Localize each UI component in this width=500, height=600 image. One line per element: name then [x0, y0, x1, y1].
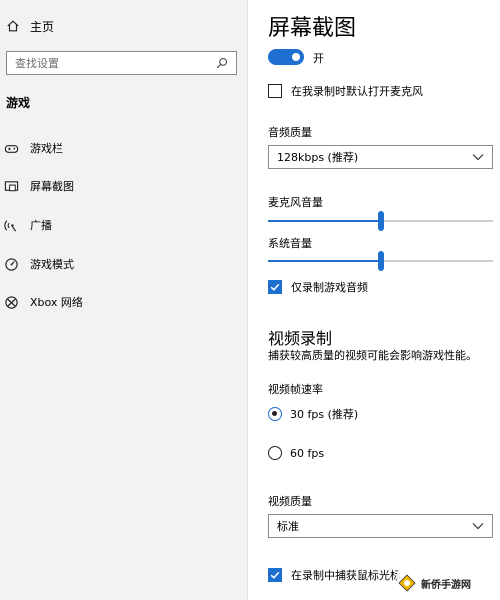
slider-thumb[interactable]	[377, 251, 384, 271]
site-watermark: 新侨手游网	[397, 570, 497, 596]
sidebar-item-label: 游戏模式	[30, 258, 74, 271]
sidebar-item-label: 广播	[30, 219, 52, 232]
capture-cursor-label: 在录制中捕获鼠标光标	[291, 569, 401, 582]
checkmark-icon	[270, 283, 280, 291]
chevron-down-icon	[472, 523, 484, 530]
audio-quality-label: 音频质量	[268, 126, 312, 139]
game-audio-only-option[interactable]: 仅录制游戏音频	[268, 279, 368, 295]
game-audio-only-checkbox[interactable]	[268, 280, 282, 294]
settings-sidebar: 主页 游戏 游戏栏 屏幕截图 广播 游戏模式 Xbox 网络	[0, 0, 248, 600]
sidebar-item-label: 屏幕截图	[30, 180, 74, 193]
sidebar-item-game-bar[interactable]: 游戏栏	[4, 137, 244, 159]
watermark-text: 新侨手游网	[421, 579, 471, 591]
frame-rate-option-label: 30 fps (推荐)	[290, 408, 359, 421]
audio-quality-dropdown[interactable]: 128kbps (推荐)	[268, 145, 493, 169]
search-input[interactable]	[15, 56, 216, 70]
search-icon[interactable]	[216, 57, 228, 69]
record-mic-default-checkbox[interactable]	[268, 84, 282, 98]
slider-fill	[268, 260, 381, 262]
sidebar-item-xbox-network[interactable]: Xbox 网络	[4, 291, 244, 313]
game-audio-only-label: 仅录制游戏音频	[291, 281, 368, 294]
record-mic-default-label: 在我录制时默认打开麦克风	[291, 85, 423, 98]
frame-rate-label: 视频帧速率	[268, 383, 323, 396]
chevron-down-icon	[472, 154, 484, 161]
toggle-knob	[292, 53, 300, 61]
broadcast-icon	[4, 219, 17, 231]
mic-volume-label: 麦克风音量	[268, 196, 323, 209]
video-quality-value: 标准	[277, 520, 299, 533]
xbox-icon	[5, 295, 18, 309]
frame-rate-option-60[interactable]: 60 fps	[268, 446, 324, 460]
frame-rate-option-30[interactable]: 30 fps (推荐)	[268, 406, 358, 422]
video-quality-label: 视频质量	[268, 495, 312, 508]
home-icon	[7, 20, 19, 32]
capture-toggle[interactable]	[268, 49, 304, 65]
toggle-state-label: 开	[313, 52, 324, 65]
sidebar-item-label: Xbox 网络	[30, 296, 83, 309]
frame-rate-option-label: 60 fps	[290, 446, 325, 460]
system-volume-label: 系统音量	[268, 237, 312, 250]
radio-dot	[272, 411, 277, 416]
sidebar-item-label: 游戏栏	[30, 142, 63, 155]
sidebar-item-game-mode[interactable]: 游戏模式	[4, 253, 244, 275]
mic-volume-slider[interactable]	[268, 211, 493, 231]
record-mic-default-option[interactable]: 在我录制时默认打开麦克风	[268, 83, 423, 99]
sidebar-item-captures[interactable]: 屏幕截图	[4, 175, 244, 197]
slider-fill	[268, 220, 381, 222]
audio-quality-value: 128kbps (推荐)	[277, 151, 359, 164]
page-title: 屏幕截图	[268, 16, 357, 41]
watermark-logo-icon	[398, 574, 416, 592]
sidebar-item-broadcast[interactable]: 广播	[4, 214, 244, 236]
captures-icon	[4, 180, 19, 191]
video-quality-dropdown[interactable]: 标准	[268, 514, 493, 538]
home-label: 主页	[30, 19, 55, 34]
checkmark-icon	[270, 571, 280, 579]
capture-cursor-option[interactable]: 在录制中捕获鼠标光标	[268, 567, 401, 583]
frame-rate-radio-60[interactable]	[268, 446, 282, 460]
frame-rate-radio-30[interactable]	[268, 407, 282, 421]
capture-cursor-checkbox[interactable]	[268, 568, 282, 582]
game-mode-icon	[5, 257, 18, 271]
system-volume-slider[interactable]	[268, 251, 493, 271]
section-title-gaming: 游戏	[6, 96, 31, 110]
search-box[interactable]	[6, 51, 237, 75]
settings-content: 屏幕截图 开 在我录制时默认打开麦克风 音频质量 128kbps (推荐) 麦克…	[249, 0, 500, 600]
game-bar-icon	[4, 144, 19, 153]
video-recording-heading: 视频录制	[268, 329, 333, 348]
slider-thumb[interactable]	[377, 211, 384, 231]
video-description: 捕获较高质量的视频可能会影响游戏性能。	[268, 349, 477, 362]
sidebar-home[interactable]: 主页	[6, 16, 54, 36]
